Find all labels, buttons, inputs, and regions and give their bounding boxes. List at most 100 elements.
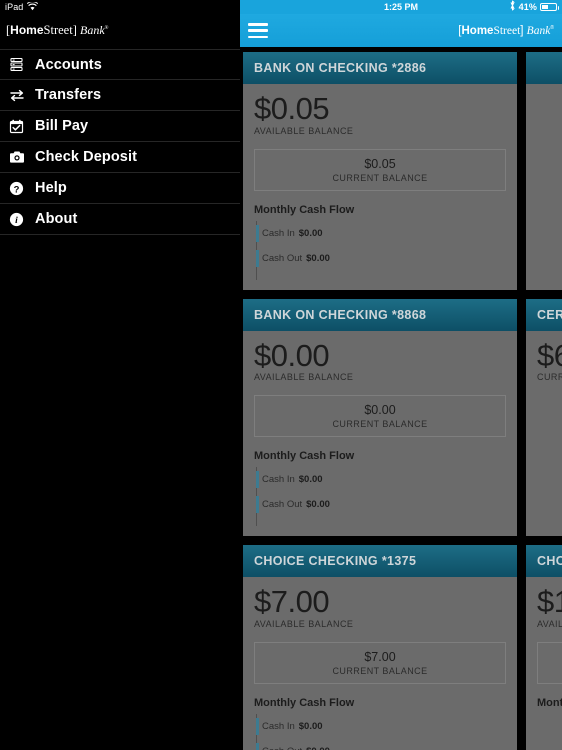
monthly-cash-flow-title: Monthly Cash Flow <box>254 450 355 463</box>
cash-in-label: Cash In <box>262 227 295 239</box>
sidebar-item-bill-pay[interactable]: Bill Pay <box>0 111 240 142</box>
battery-icon <box>540 3 559 11</box>
cash-in-value: $0.00 <box>298 227 323 239</box>
battery-fill <box>542 5 549 9</box>
available-balance-amount: $6. <box>537 337 562 373</box>
cash-in-row: Cash In $0.00 <box>256 221 506 246</box>
account-card-peek[interactable]: CHOICE CHECKING $1. AVAILABLE BALANCE Mo… <box>526 545 562 750</box>
current-balance-label: CURRENT BALANCE <box>332 419 428 430</box>
sidebar-menu: Accounts Transfers Bill Pay Check Deposi… <box>0 49 240 235</box>
bluetooth-icon <box>509 0 516 16</box>
account-card-header <box>526 52 562 84</box>
available-balance-amount: $0.05 <box>254 91 330 126</box>
logo-street: Street <box>493 24 521 37</box>
account-card-body: $6. CURRENT BALANCE <box>526 331 562 537</box>
app-navbar: [HomeStreet] Bank® <box>240 14 562 47</box>
monthly-cash-flow-chart: Cash In $0.00 Cash Out $0.00 <box>254 467 506 527</box>
cash-out-label: Cash Out <box>262 746 302 750</box>
sidebar-item-label: Accounts <box>35 56 102 73</box>
current-balance-box[interactable] <box>537 641 562 684</box>
sidebar-item-label: Help <box>35 180 67 196</box>
info-circle-icon: i <box>8 211 25 228</box>
current-balance-label: CURRENT BALANCE <box>332 172 428 183</box>
sidebar-item-transfers[interactable]: Transfers <box>0 80 240 111</box>
account-card-peek[interactable]: CERTIFICATE OF DEPOSIT $6. CURRENT BALAN… <box>526 298 562 537</box>
cash-out-value: $0.00 <box>306 499 330 511</box>
cash-out-row: Cash Out $0.00 <box>256 492 506 517</box>
cash-in-bar <box>256 717 259 735</box>
account-title: CERTIFICATE OF DEPOSIT <box>537 307 562 322</box>
transfer-arrows-icon <box>8 87 25 104</box>
sidebar-item-check-deposit[interactable]: Check Deposit <box>0 142 240 173</box>
account-card-peek[interactable] <box>526 52 562 290</box>
available-balance-label: AVAILABLE BALANCE <box>537 618 562 629</box>
sidebar-logo: [HomeStreet] Bank® <box>0 14 240 46</box>
current-balance-box[interactable]: $0.00 CURRENT BALANCE <box>254 395 506 438</box>
current-balance-amount: $0.00 <box>364 403 396 418</box>
accounts-stack-icon <box>8 56 25 73</box>
account-card-body: $0.00 AVAILABLE BALANCE $0.00 CURRENT BA… <box>243 331 517 537</box>
cash-in-row: Cash In $0.00 <box>256 714 506 739</box>
cash-in-label: Cash In <box>262 720 295 732</box>
current-balance-amount: $7.00 <box>364 649 396 664</box>
cash-out-value: $0.00 <box>306 746 330 750</box>
app-screen: iPad 1:25 PM 41% [HomeStreet] Bank® Acco… <box>0 0 562 750</box>
status-bar-left: iPad <box>0 0 240 14</box>
accounts-scroll-area[interactable]: BANK ON CHECKING *2886 $0.05 AVAILABLE B… <box>240 47 562 750</box>
account-card-row: BANK ON CHECKING *2886 $0.05 AVAILABLE B… <box>243 52 562 290</box>
account-card-header: CHOICE CHECKING *1375 <box>243 545 517 578</box>
cash-out-label: Cash Out <box>262 499 303 511</box>
status-bar-right: 1:25 PM 41% <box>240 0 562 14</box>
logo-home: Home <box>461 24 494 37</box>
current-balance-box[interactable]: $7.00 CURRENT BALANCE <box>254 641 506 684</box>
monthly-cash-flow-title: Monthly Cash Flow <box>537 696 562 709</box>
svg-text:i: i <box>15 216 18 226</box>
cashflow-axis-tail <box>262 517 506 526</box>
sidebar-item-accounts[interactable]: Accounts <box>0 49 240 80</box>
device-name: iPad <box>5 2 24 12</box>
sidebar: [HomeStreet] Bank® Accounts Transfers Bi… <box>0 14 240 750</box>
question-circle-icon: ? <box>8 180 25 197</box>
current-balance-amount: $0.05 <box>364 156 396 171</box>
main-panel: [HomeStreet] Bank® BANK ON CHECKING *288… <box>240 14 562 750</box>
cash-out-label: Cash Out <box>262 252 303 264</box>
monthly-cash-flow-chart: Cash In $0.00 Cash Out $0.00 <box>254 220 506 280</box>
current-balance-box[interactable]: $0.05 CURRENT BALANCE <box>254 148 506 191</box>
available-balance-amount: $1. <box>537 584 562 620</box>
svg-text:?: ? <box>14 184 20 195</box>
account-card-header: BANK ON CHECKING *8868 <box>243 298 517 331</box>
cash-in-row: Cash In $0.00 <box>256 467 506 492</box>
monthly-cash-flow-title: Monthly Cash Flow <box>254 203 355 216</box>
sidebar-item-label: Transfers <box>35 87 102 103</box>
account-title: BANK ON CHECKING *2886 <box>254 61 427 75</box>
cash-out-value: $0.00 <box>306 252 330 264</box>
account-card-header: BANK ON CHECKING *2886 <box>243 52 517 84</box>
navbar-brand-logo: [HomeStreet] Bank® <box>458 25 554 37</box>
account-card-body <box>526 84 562 290</box>
account-card-header: CHOICE CHECKING <box>526 545 562 578</box>
status-bar: iPad 1:25 PM 41% <box>0 0 562 14</box>
logo-street: Street <box>43 22 73 37</box>
sidebar-item-help[interactable]: ? Help <box>0 173 240 204</box>
account-card[interactable]: CHOICE CHECKING *1375 $7.00 AVAILABLE BA… <box>243 545 517 750</box>
account-card[interactable]: BANK ON CHECKING *8868 $0.00 AVAILABLE B… <box>243 298 517 537</box>
cash-out-bar <box>256 742 259 750</box>
logo-bracket-close: ] <box>520 24 524 37</box>
cash-in-bar <box>256 224 259 242</box>
account-card-body: $0.05 AVAILABLE BALANCE $0.05 CURRENT BA… <box>243 84 517 290</box>
cash-out-bar <box>256 496 259 514</box>
sidebar-item-label: Bill Pay <box>35 118 89 134</box>
wifi-icon <box>27 0 39 16</box>
logo-bank: Bank <box>526 24 551 37</box>
account-card-row: CHOICE CHECKING *1375 $7.00 AVAILABLE BA… <box>243 545 562 750</box>
account-card[interactable]: BANK ON CHECKING *2886 $0.05 AVAILABLE B… <box>243 52 517 290</box>
current-balance-label: CURRENT BALANCE <box>332 665 428 676</box>
brand-logo: [HomeStreet] Bank® <box>6 23 108 38</box>
sidebar-item-about[interactable]: i About <box>0 204 240 235</box>
account-card-body: $7.00 AVAILABLE BALANCE $7.00 CURRENT BA… <box>243 577 517 750</box>
monthly-cash-flow-chart: Cash In $0.00 Cash Out $0.00 <box>254 713 506 750</box>
monthly-cash-flow-title: Monthly Cash Flow <box>254 696 355 709</box>
hamburger-menu-icon[interactable] <box>248 23 268 38</box>
sidebar-item-label: About <box>35 211 78 227</box>
cash-in-bar <box>256 471 259 489</box>
